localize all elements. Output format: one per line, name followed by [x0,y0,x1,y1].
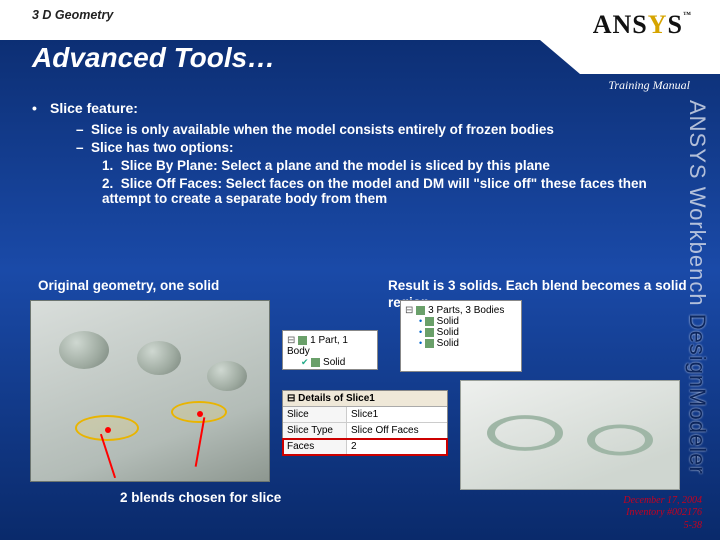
side-watermark-wb: ANSYS Workbench [685,100,710,314]
tree-root-label: 1 Part, 1 Body [287,335,348,357]
slide-footer: December 17, 2004 Inventory #002176 5-38 [623,495,702,533]
tree-item[interactable]: Solid [301,357,373,368]
tree-item-label: Solid [437,338,459,349]
bullet-text: Slice Off Faces: Select faces on the mod… [102,176,647,206]
bullet-text: Slice By Plane: Select a plane and the m… [121,158,550,173]
trademark-icon: ™ [683,10,692,19]
bullet-text: Slice has two options: [91,140,234,155]
tree-item[interactable]: Solid [419,338,517,349]
page-title: Advanced Tools… [32,42,275,74]
footer-page: 5-38 [623,520,702,533]
bullet-level1: •Slice feature: [32,100,672,116]
tree-item[interactable]: Solid [419,316,517,327]
callout-dot-icon [197,411,203,417]
section-subtitle: 3 D Geometry [32,8,113,22]
tree-item[interactable]: Solid [419,327,517,338]
details-label: Slice Type [283,423,347,438]
solid-icon [311,358,320,367]
caption-blends: 2 blends chosen for slice [120,490,281,505]
bullet-level2: – Slice has two options: [76,140,672,155]
tree-root[interactable]: 1 Part, 1 Body [287,335,373,357]
tree-item-label: Solid [437,316,459,327]
bullet-text: Slice is only available when the model c… [91,122,554,137]
bullet-icon: • [32,100,50,116]
side-watermark-dm: DesignModeler [685,314,710,475]
part-icon [298,336,307,345]
tree-root[interactable]: 3 Parts, 3 Bodies [405,305,517,316]
details-title: Details of Slice1 [298,393,375,404]
details-label: Slice [283,407,347,422]
details-label: Faces [283,439,347,454]
boss-icon [207,361,247,391]
footer-date: December 17, 2004 [623,495,702,508]
details-value: 2 [347,439,447,454]
part-icon [416,306,425,315]
details-row[interactable]: Slice Type Slice Off Faces [283,423,447,439]
bullet-level3: 2. Slice Off Faces: Select faces on the … [102,176,672,206]
bullet-level2: – Slice is only available when the model… [76,122,672,137]
tree-item-label: Solid [323,357,345,368]
result-geometry-image [460,380,680,490]
bullet-level3: 1. Slice By Plane: Select a plane and th… [102,158,672,173]
slide: 3 D Geometry Advanced Tools… ANSYS™ Trai… [0,0,720,540]
original-geometry-image [30,300,270,482]
details-panel: ⊟ Details of Slice1 Slice Slice1 Slice T… [282,390,448,456]
callout-arrow-icon [195,417,206,467]
caption-original: Original geometry, one solid [38,278,219,293]
logo-text-a: ANS [593,10,648,39]
training-manual-label: Training Manual [608,78,690,93]
boss-icon [137,341,181,375]
tree-panel-result: 3 Parts, 3 Bodies Solid Solid Solid [400,300,522,372]
logo-text-s: S [668,10,683,39]
details-row-selected[interactable]: Faces 2 [283,439,447,455]
tree-item-label: Solid [437,327,459,338]
content-block: •Slice feature: – Slice is only availabl… [32,100,672,209]
logo-text-y: Y [648,10,668,39]
details-value: Slice Off Faces [347,423,447,438]
ring-icon [587,425,653,456]
footer-inventory: Inventory #002176 [623,507,702,520]
solid-icon [425,339,434,348]
ring-icon [487,415,563,451]
ansys-logo: ANSYS™ [593,10,692,40]
callout-dot-icon [105,427,111,433]
details-header: ⊟ Details of Slice1 [283,391,447,407]
solid-icon [425,317,434,326]
details-row[interactable]: Slice Slice1 [283,407,447,423]
solid-icon [425,328,434,337]
details-value: Slice1 [347,407,447,422]
bullet-text: Slice feature: [50,100,138,116]
boss-icon [59,331,109,369]
tree-root-label: 3 Parts, 3 Bodies [428,305,504,316]
tree-panel-original: 1 Part, 1 Body Solid [282,330,378,370]
